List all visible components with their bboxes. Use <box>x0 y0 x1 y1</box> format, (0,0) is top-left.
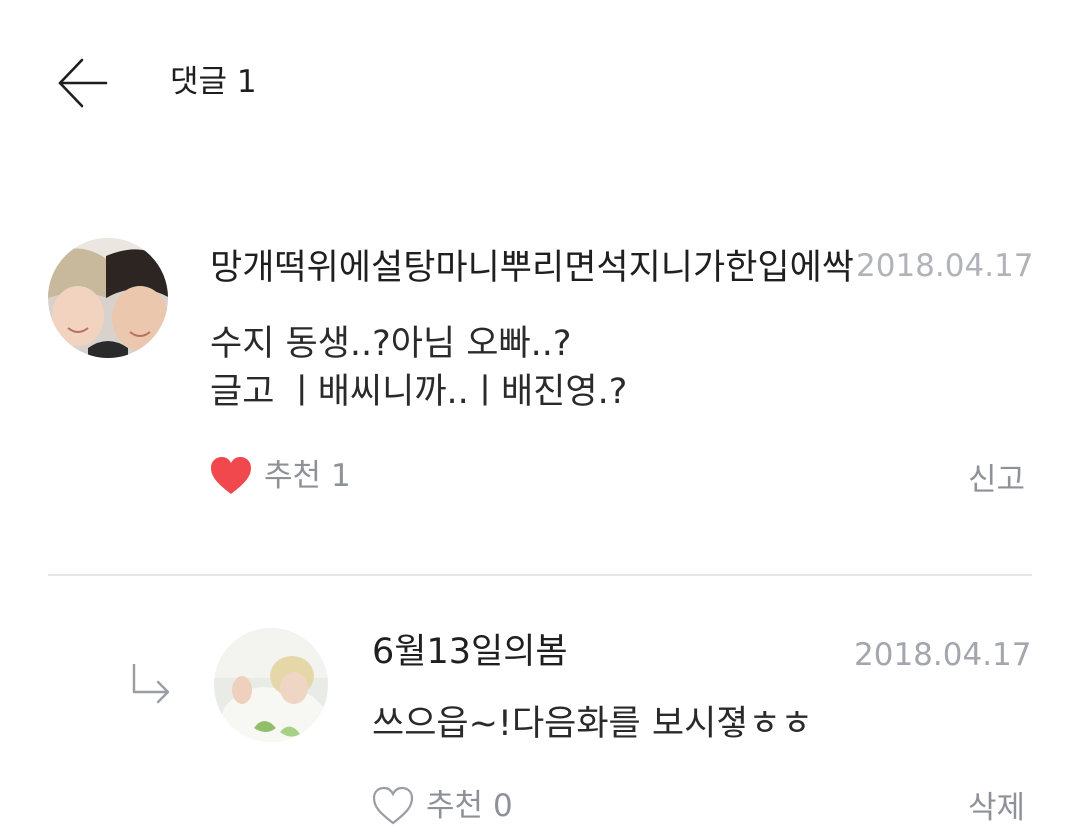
divider <box>48 574 1032 576</box>
reply-arrow-icon <box>132 664 170 704</box>
like-button[interactable]: 추천 1 <box>210 456 351 496</box>
reply-date: 2018.04.17 <box>854 637 1032 673</box>
reply-author: 6월13일의봄 <box>372 632 568 672</box>
like-label: 추천 <box>426 788 484 824</box>
report-button[interactable]: 신고 <box>968 460 1025 500</box>
like-count: 1 <box>331 458 351 494</box>
back-arrow-icon <box>58 58 108 108</box>
heart-outline-icon <box>372 786 414 825</box>
comment-date: 2018.04.17 <box>856 248 1034 284</box>
comment-text-line: 수지 동생..?아님 오빠..? <box>210 324 572 364</box>
delete-button[interactable]: 삭제 <box>968 788 1025 828</box>
comment-author: 망개떡위에설탕마니뿌리면석지니가한입에싹 <box>210 248 855 288</box>
like-label: 추천 <box>264 458 322 494</box>
like-count: 0 <box>493 788 513 824</box>
like-button[interactable]: 추천 0 <box>372 786 513 826</box>
reply-text: 쓰으읍~!다음화를 보시졓ㅎㅎ <box>372 704 813 744</box>
back-button[interactable] <box>56 56 110 110</box>
avatar[interactable] <box>214 628 328 742</box>
page-title: 댓글 1 <box>170 64 257 100</box>
heart-icon <box>211 457 251 494</box>
avatar[interactable] <box>48 238 168 358</box>
comment-text-line: 글고 ㅣ배씨니까..ㅣ배진영.? <box>210 372 628 412</box>
